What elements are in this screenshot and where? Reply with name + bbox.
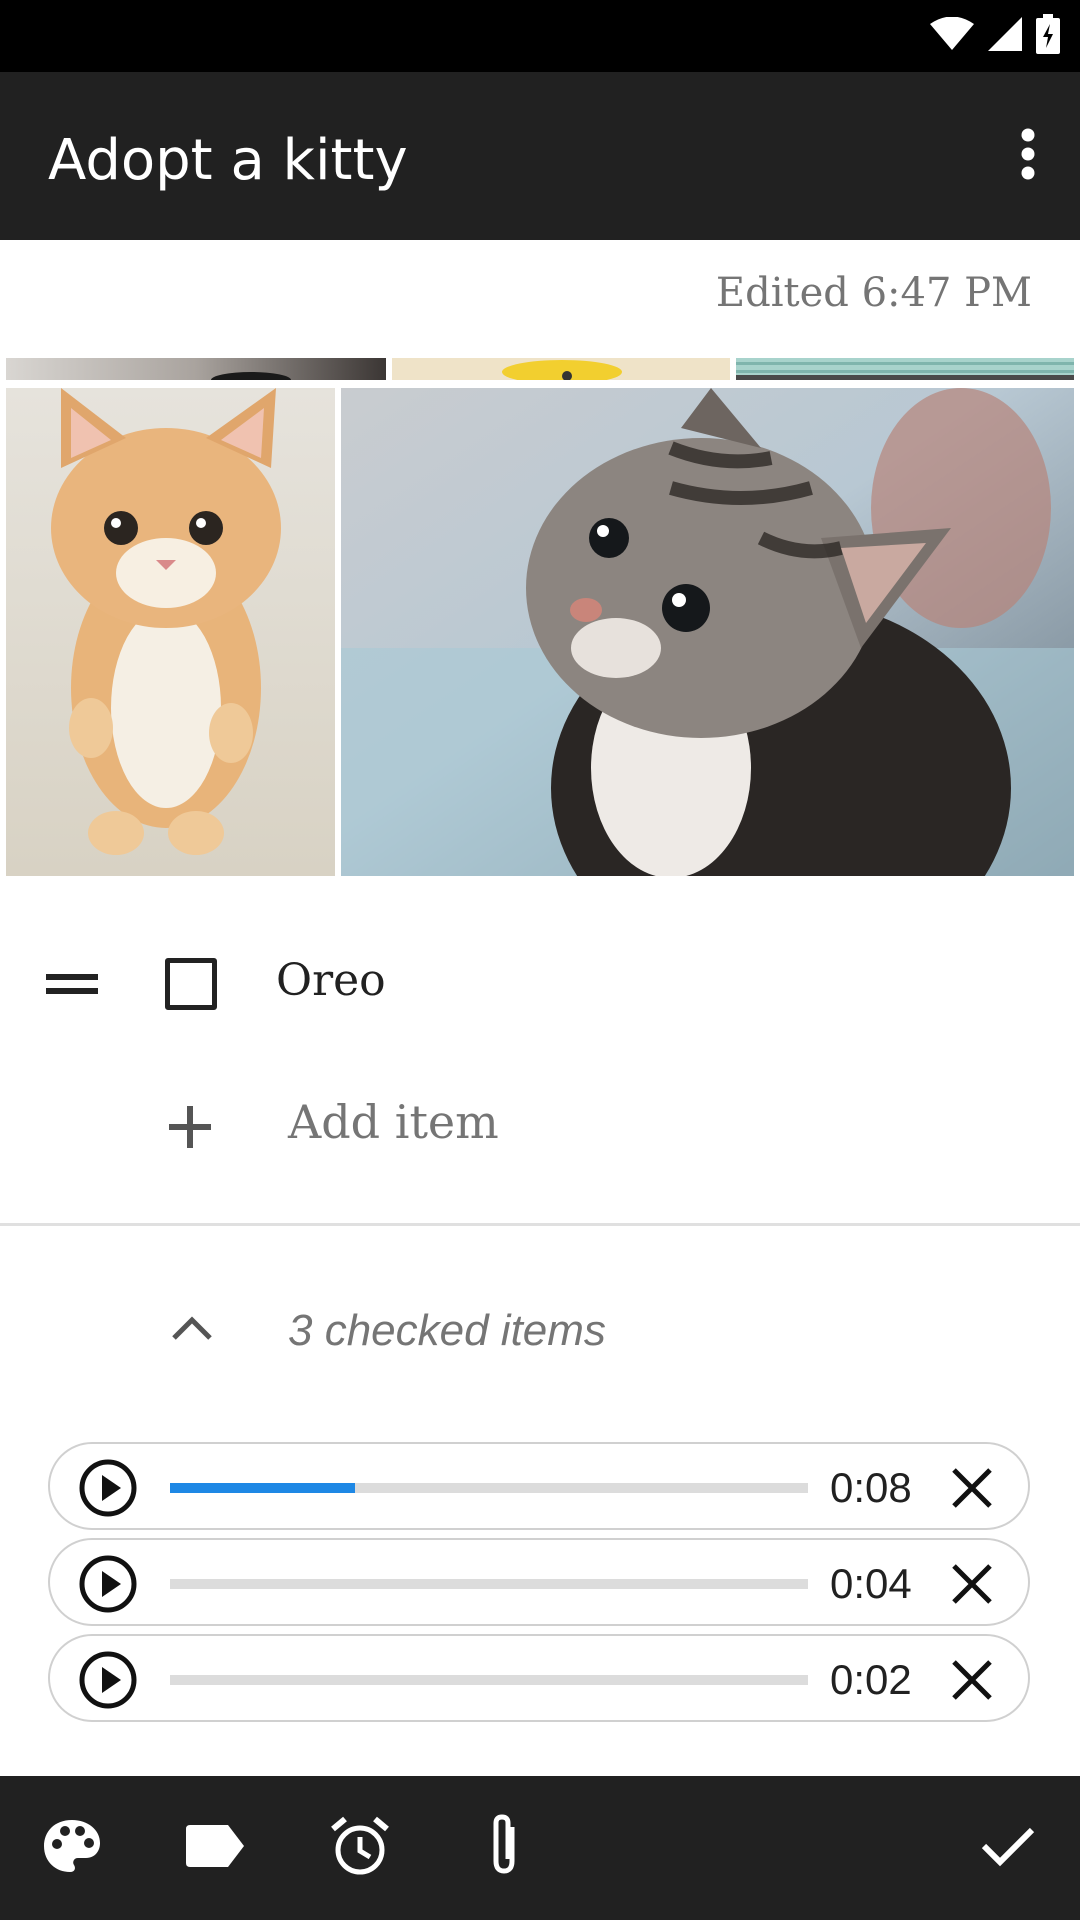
image-thumbnail[interactable] [392,358,730,380]
battery-charging-icon [1036,13,1060,59]
palette-button[interactable] [40,1816,104,1880]
chevron-up-icon[interactable] [170,1312,214,1342]
play-button[interactable] [78,1650,138,1710]
audio-recording: 0:02 [48,1634,1030,1722]
list-item-text[interactable]: Oreo [276,955,386,1006]
label-icon [186,1824,246,1872]
audio-duration: 0:02 [830,1656,912,1703]
note-title[interactable]: Adopt a kitty [48,128,408,193]
checked-items-toggle[interactable]: 3 checked items [288,1306,606,1356]
done-button[interactable] [976,1816,1040,1880]
audio-recording: 0:08 [48,1442,1030,1530]
item-checkbox[interactable] [165,958,217,1010]
audio-recording: 0:04 [48,1538,1030,1626]
play-button[interactable] [78,1554,138,1614]
attach-icon [484,1813,524,1884]
plus-icon[interactable] [165,1102,215,1152]
tabby-kitten-photo[interactable] [341,388,1074,876]
label-button[interactable] [184,1816,248,1880]
orange-kitten-photo[interactable] [6,388,335,876]
palette-icon [42,1818,102,1879]
image-thumbnail[interactable] [6,358,386,380]
status-icons [930,13,1060,59]
close-icon[interactable] [950,1562,994,1606]
play-button[interactable] [78,1458,138,1518]
drag-handle-icon[interactable] [46,972,98,998]
audio-progress-fill [170,1483,356,1493]
audio-progress-track[interactable] [170,1579,808,1589]
audio-progress-track[interactable] [170,1675,808,1685]
bottom-toolbar [0,1776,1080,1920]
attach-button[interactable] [472,1813,536,1880]
close-icon[interactable] [950,1658,994,1702]
alarm-icon [329,1815,391,1882]
close-icon[interactable] [950,1466,994,1510]
more-vert-icon [1018,128,1038,185]
status-bar [0,0,1080,72]
divider [0,1223,1080,1226]
audio-duration: 0:08 [830,1464,912,1511]
cell-signal-icon [988,16,1022,56]
add-item-field[interactable]: Add item [288,1095,499,1149]
audio-duration: 0:04 [830,1560,912,1607]
done-check-icon [980,1824,1036,1873]
wifi-icon [930,16,974,56]
app-bar: Adopt a kitty [0,72,1080,240]
audio-progress-track[interactable] [170,1483,808,1493]
edited-timestamp: Edited 6:47 PM [715,270,1032,316]
image-thumbnail[interactable] [736,358,1074,380]
reminder-button[interactable] [328,1816,392,1880]
overflow-menu-button[interactable] [996,124,1060,188]
